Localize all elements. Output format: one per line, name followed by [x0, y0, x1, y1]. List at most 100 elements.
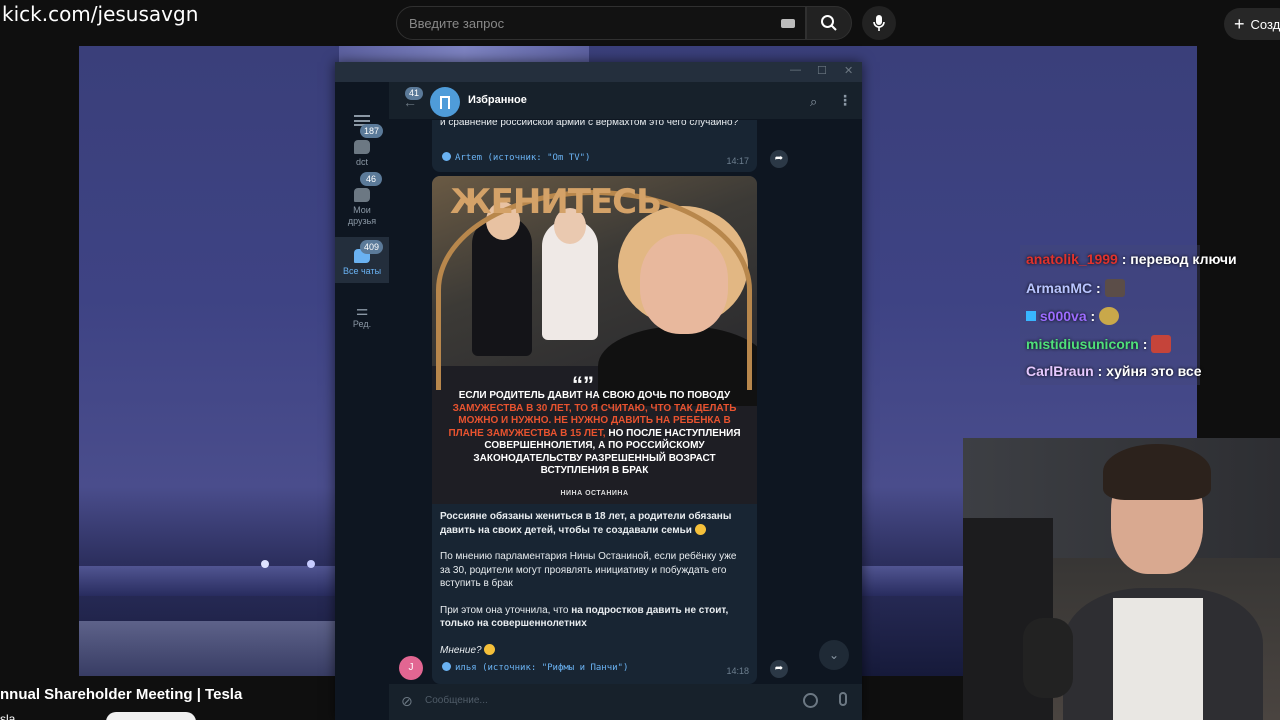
paragraph: Мнение? [440, 644, 482, 656]
message-input[interactable]: Сообщение... [425, 695, 488, 706]
microphone [1023, 618, 1073, 698]
close-icon[interactable]: ✕ [844, 64, 853, 77]
sliders-icon: ⚌ [355, 302, 369, 318]
folder-label: dct [355, 157, 368, 167]
stage-light-dot [307, 560, 315, 568]
attach-icon[interactable]: ⊘ [401, 693, 413, 710]
person-icon [442, 662, 451, 671]
saved-messages-avatar[interactable] [430, 87, 460, 117]
poster-headline: ЖЕНИТЕСЬ [450, 182, 662, 222]
streamer-hair [1103, 444, 1211, 500]
forward-icon[interactable]: ➦ [770, 660, 788, 678]
folder-label: Мои друзья [347, 205, 377, 226]
emote-icon [1151, 335, 1172, 353]
mic-icon [873, 15, 885, 31]
chat-folder-icon [354, 140, 370, 154]
forward-source[interactable]: илья (источник: "Рифмы и Панчи") [442, 662, 628, 673]
emoji-icon [694, 523, 706, 535]
chat-text: : [1142, 336, 1148, 352]
create-button[interactable]: + Созд [1224, 8, 1280, 40]
unread-badge: 46 [360, 172, 382, 186]
stage-light-dot [261, 560, 269, 568]
search-input[interactable]: Введите запрос [396, 6, 806, 40]
source-text: Artem (источник: "Om TV") [455, 153, 591, 163]
unread-badge: 409 [360, 240, 384, 254]
search-icon [821, 15, 837, 31]
chat-username: s000va [1039, 308, 1087, 324]
maximize-icon[interactable]: ☐ [817, 64, 827, 77]
forward-icon[interactable]: ➦ [770, 150, 788, 168]
message-text: Россияне обязаны жениться в 18 лет, а ро… [440, 510, 740, 670]
folder-friends[interactable]: 46 Мои друзья [335, 172, 389, 236]
emoji-icon [484, 643, 496, 655]
forward-source[interactable]: Artem (источник: "Om TV") [442, 152, 590, 163]
chat-title[interactable]: Избранное [468, 94, 527, 106]
sender-avatar[interactable]: J [399, 656, 423, 680]
search-placeholder: Введите запрос [409, 16, 505, 31]
message-composer: ⊘ Сообщение... [389, 684, 862, 720]
chat-message: s000va : [1026, 307, 1120, 325]
search-button[interactable] [806, 6, 852, 40]
webcam-feed [963, 438, 1280, 720]
channel-name[interactable]: sla [0, 712, 15, 720]
message-time: 14:17 [726, 156, 749, 166]
person-icon [442, 152, 451, 161]
more-icon[interactable]: ⋮ [838, 92, 852, 109]
chat-username: ArmanMC [1026, 280, 1093, 296]
stage-floor [79, 621, 339, 676]
telegram-window: — ☐ ✕ 187 dct 46 Мои друзья 409 Все чаты [335, 62, 862, 720]
chat-text: : [1090, 308, 1096, 324]
chat-username: mistidiusunicorn [1026, 336, 1139, 352]
bookmark-icon [440, 95, 450, 109]
message-bubble[interactable]: и сравнение российской армии с вермахтом… [432, 120, 757, 172]
folders-sidebar: 187 dct 46 Мои друзья 409 Все чаты ⚌ Ред… [335, 82, 389, 720]
emoji-icon[interactable] [803, 693, 818, 708]
video-title[interactable]: nnual Shareholder Meeting | Tesla [0, 686, 242, 703]
folder-all-chats[interactable]: 409 Все чаты [335, 237, 389, 283]
streamer-tshirt [1113, 598, 1203, 720]
chat-message: CarlBraun : хуйня это все [1026, 363, 1201, 379]
chat-username: anatolik_1999 [1026, 251, 1118, 267]
emote-icon [1099, 307, 1120, 325]
folder-edit[interactable]: ⚌ Ред. [335, 294, 389, 334]
folder-dct[interactable]: 187 dct [335, 124, 389, 176]
source-text: илья (источник: "Рифмы и Панчи") [455, 663, 629, 673]
message-text: и сравнение российской армии с вермахтом… [440, 120, 739, 128]
scroll-down-button[interactable]: ⌄ [819, 640, 849, 670]
chat-text: : хуйня это все [1097, 363, 1202, 379]
paragraph: По мнению парламентария Нины Останиной, … [440, 551, 737, 589]
subscribe-button[interactable] [106, 712, 196, 720]
chat-text: : [1096, 280, 1101, 296]
back-unread-badge: 41 [405, 87, 424, 100]
unread-badge: 187 [360, 124, 384, 138]
chat-folder-icon [354, 188, 370, 202]
chat-message: mistidiusunicorn : [1026, 335, 1172, 353]
chat-header: ← 41 Избранное ⌕ ⋮ [389, 82, 862, 120]
poster-quote: ЕСЛИ РОДИТЕЛЬ ДАВИТ НА СВОЮ ДОЧЬ ПО ПОВО… [440, 390, 749, 478]
chat-username: CarlBraun [1026, 363, 1094, 379]
message-time: 14:18 [726, 666, 749, 676]
folder-label: Ред. [352, 319, 372, 329]
voice-search-button[interactable] [862, 6, 896, 40]
window-titlebar[interactable]: — ☐ ✕ [335, 62, 862, 82]
search-icon[interactable]: ⌕ [810, 94, 817, 110]
plus-icon: + [1234, 13, 1245, 34]
folder-label: Все чаты [342, 266, 382, 276]
quote-part: ЕСЛИ РОДИТЕЛЬ ДАВИТ НА СВОЮ ДОЧЬ ПО ПОВО… [458, 390, 731, 401]
chat-text: : перевод ключи [1121, 251, 1237, 267]
stream-url-overlay: kick.com/jesusavgn [2, 2, 199, 26]
chat-message: ArmanMC : [1026, 279, 1125, 297]
minimize-icon[interactable]: — [790, 64, 801, 76]
keyboard-icon[interactable] [781, 19, 795, 28]
message-photo[interactable]: ЖЕНИТЕСЬ “” ЕСЛИ РОДИТЕЛЬ ДАВИТ НА СВОЮ … [432, 176, 757, 504]
create-label: Созд [1250, 16, 1280, 32]
quote-author: НИНА ОСТАНИНА [560, 490, 629, 497]
chat-message: anatolik_1999 : перевод ключи [1026, 251, 1237, 267]
stream-screen: Введите запрос + Созд kick.com/jesusavgn… [0, 0, 1280, 720]
message-bubble[interactable]: ЖЕНИТЕСЬ “” ЕСЛИ РОДИТЕЛЬ ДАВИТ НА СВОЮ … [432, 176, 757, 684]
badge-icon [1026, 311, 1036, 321]
emote-icon [1104, 279, 1125, 297]
paragraph: Россияне обязаны жениться в 18 лет, а ро… [440, 511, 732, 536]
mic-icon[interactable] [839, 692, 847, 706]
messages-area[interactable]: и сравнение российской армии с вермахтом… [389, 120, 862, 684]
